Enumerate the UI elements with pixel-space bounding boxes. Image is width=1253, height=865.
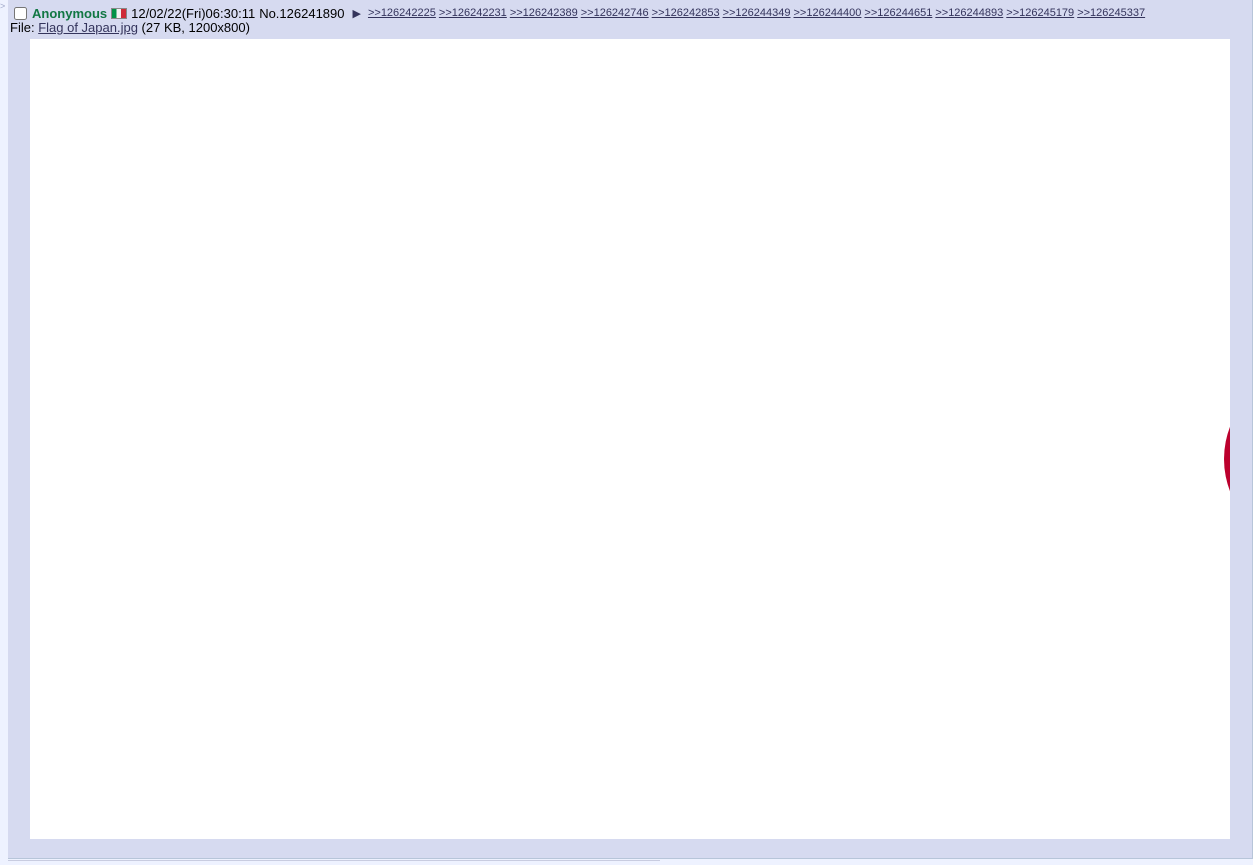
backlink[interactable]: >>126242225 bbox=[368, 7, 436, 19]
post-reply: Anonymous 12/02/22(Fri)06:30:11 No.12624… bbox=[8, 0, 1253, 859]
backlink[interactable]: >>126245179 bbox=[1006, 7, 1074, 19]
file-image-expanded[interactable] bbox=[30, 39, 1230, 839]
file-info: File: Flag of Japan.jpg (27 KB, 1200x800… bbox=[10, 20, 250, 35]
file-label: File: bbox=[10, 20, 35, 35]
file-name-link[interactable]: Flag of Japan.jpg bbox=[38, 20, 138, 35]
backlinks: >>126242225 >>126242231 >>126242389 >>12… bbox=[368, 7, 1145, 19]
backlink[interactable]: >>126245337 bbox=[1077, 7, 1145, 19]
post-select-checkbox[interactable] bbox=[14, 6, 27, 20]
post-datetime: 12/02/22(Fri)06:30:11 bbox=[131, 5, 256, 21]
divider bbox=[8, 860, 660, 861]
post-number-link[interactable]: No. bbox=[259, 6, 279, 21]
poster-name: Anonymous bbox=[32, 5, 108, 21]
backlink[interactable]: >>126244893 bbox=[935, 7, 1003, 19]
backlink[interactable]: >>126244651 bbox=[864, 7, 932, 19]
flag-red-disc bbox=[1224, 369, 1230, 549]
country-flag-icon bbox=[111, 7, 128, 19]
backlink[interactable]: >>126242746 bbox=[581, 7, 649, 19]
backlink[interactable]: >>126242231 bbox=[439, 7, 507, 19]
triangle-right-icon[interactable]: ▶ bbox=[353, 7, 361, 20]
post-number-quote[interactable]: 126241890 bbox=[279, 6, 344, 21]
backlink[interactable]: >>126244349 bbox=[723, 7, 791, 19]
file-meta: (27 KB, 1200x800) bbox=[141, 20, 250, 35]
backlink[interactable]: >>126242853 bbox=[652, 7, 720, 19]
backlink[interactable]: >>126244400 bbox=[794, 7, 862, 19]
post-number: No.126241890 bbox=[259, 6, 344, 21]
backlink[interactable]: >>126242389 bbox=[510, 7, 578, 19]
side-arrow-icon: > bbox=[0, 1, 6, 11]
